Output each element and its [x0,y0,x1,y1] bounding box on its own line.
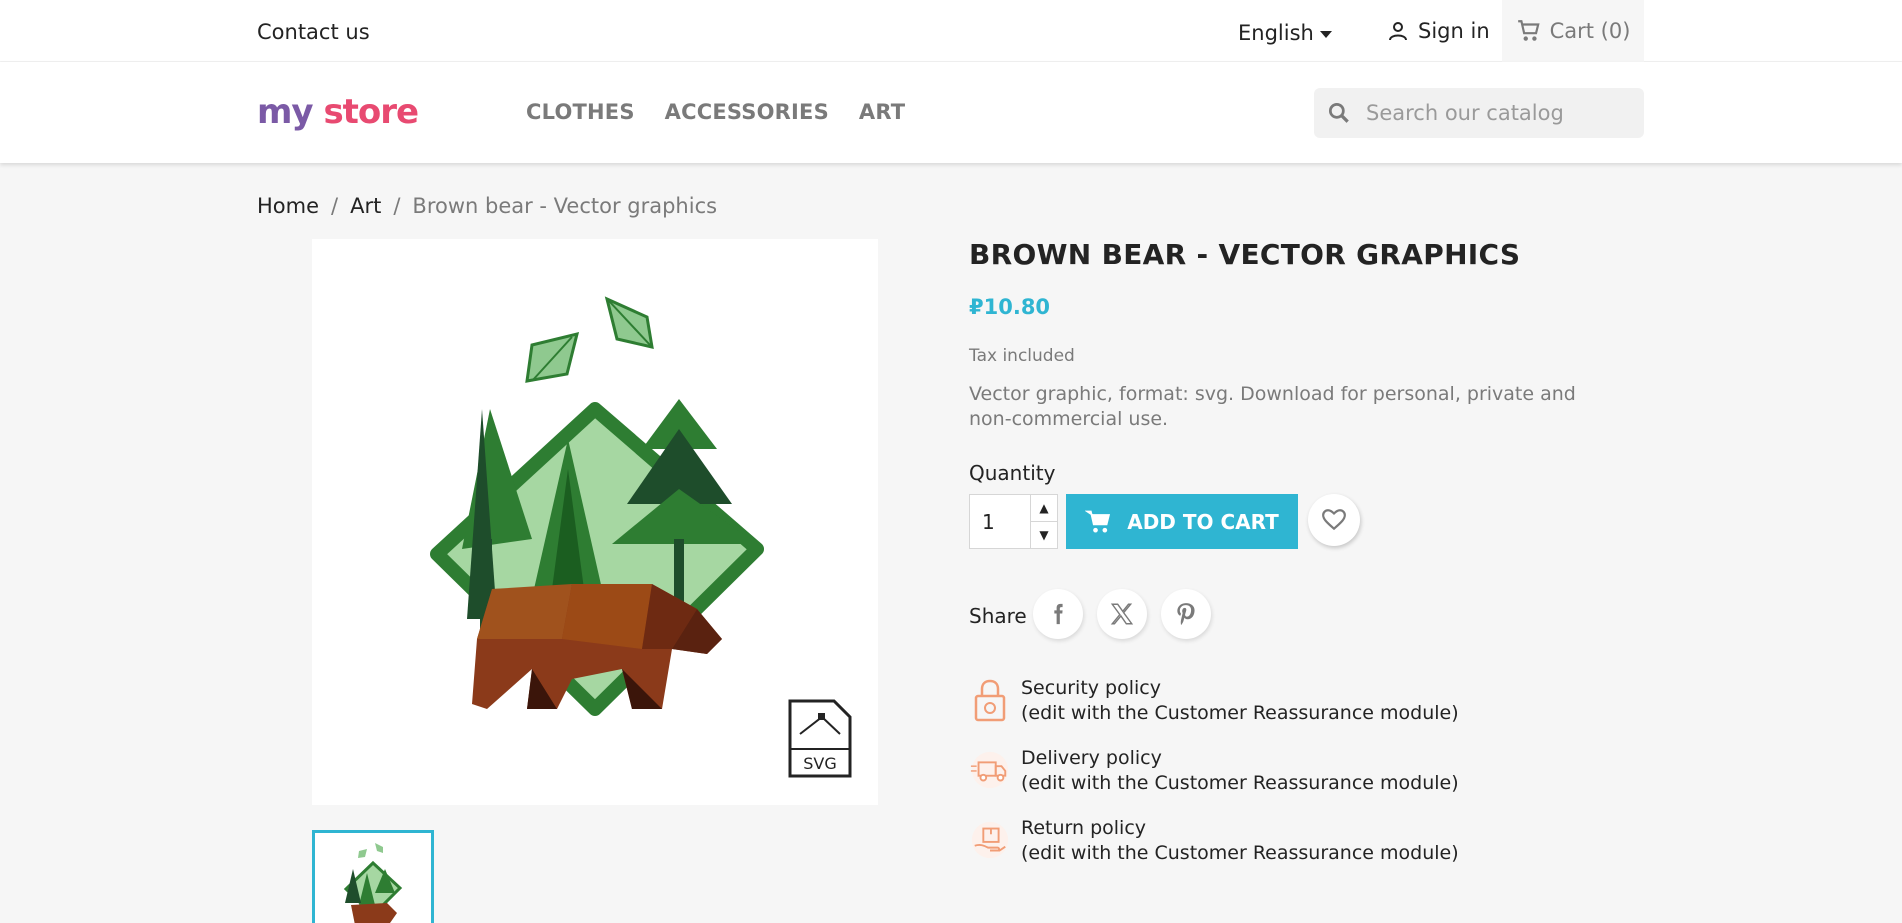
quantity-spinner: ▲ ▼ [1030,495,1057,548]
svg-file-icon: SVG [788,699,852,778]
return-box-icon [969,816,1011,864]
caret-down-icon [1319,30,1332,38]
add-to-cart-button[interactable]: ADD TO CART [1066,494,1298,549]
tax-label: Tax included [969,346,1075,366]
breadcrumb-separator: / [393,194,401,218]
reassurance-title: Security policy [1021,677,1161,699]
cart-icon [1517,20,1540,41]
reassurance-delivery: Delivery policy (edit with the Customer … [969,746,1669,796]
pinterest-icon [1177,603,1195,625]
thumbnail-image [343,843,403,923]
product-cover-image[interactable]: SVG [312,239,878,805]
breadcrumb-art[interactable]: Art [350,194,381,218]
reassurance-return: Return policy (edit with the Customer Re… [969,816,1669,866]
add-to-cart-label: ADD TO CART [1127,509,1279,534]
share-pinterest-button[interactable] [1161,589,1211,639]
reassurance-security: Security policy (edit with the Customer … [969,676,1669,726]
main-nav: CLOTHES ACCESSORIES ART [526,100,905,124]
breadcrumb-separator: / [331,194,339,218]
main-header: my store CLOTHES ACCESSORIES ART [0,62,1902,163]
quantity-label: Quantity [969,461,1056,485]
nav-item-clothes[interactable]: CLOTHES [526,100,635,124]
reassurance-subtitle: (edit with the Customer Reassurance modu… [1021,842,1459,864]
leaf-shape [525,331,580,383]
delivery-truck-icon [969,746,1011,794]
language-selector[interactable]: English [1238,21,1332,45]
logo-part-store: store [323,92,419,132]
top-bar: Contact us English Sign in Cart (0) [0,0,1902,62]
logo-part-my: my [257,92,314,132]
product-description: Vector graphic, format: svg. Download fo… [969,383,1576,430]
quantity-increase-button[interactable]: ▲ [1031,495,1057,522]
facebook-icon [1054,603,1063,625]
breadcrumb: Home / Art / Brown bear - Vector graphic… [257,194,717,218]
share-facebook-button[interactable] [1033,589,1083,639]
brown-bear-illustration: SVG [430,296,852,778]
sign-in-link[interactable]: Sign in [1386,19,1490,43]
user-icon [1389,22,1407,41]
lock-icon [969,676,1011,724]
quantity-input[interactable] [970,495,1030,548]
share-label: Share [969,604,1027,628]
breadcrumb-current: Brown bear - Vector graphics [412,194,718,218]
store-logo[interactable]: my store [257,92,419,132]
share-x-button[interactable] [1097,589,1147,639]
search-input[interactable] [1366,101,1616,125]
product-thumbnail[interactable] [312,830,434,923]
wishlist-button[interactable] [1308,494,1360,546]
language-label: English [1238,21,1314,45]
heart-icon [1322,509,1346,531]
contact-us-link[interactable]: Contact us [257,20,370,44]
cart-button[interactable]: Cart (0) [1502,0,1644,62]
quantity-stepper: ▲ ▼ [969,494,1058,549]
quantity-decrease-button[interactable]: ▼ [1031,522,1057,548]
search-box [1314,88,1644,138]
sign-in-label: Sign in [1418,19,1490,43]
nav-item-art[interactable]: ART [859,100,905,124]
search-icon[interactable] [1326,100,1352,126]
product-title: BROWN BEAR - VECTOR GRAPHICS [969,238,1521,271]
breadcrumb-home[interactable]: Home [257,194,319,218]
product-price: ₽10.80 [969,295,1051,319]
reassurance-subtitle: (edit with the Customer Reassurance modu… [1021,702,1459,724]
x-twitter-icon [1110,603,1134,625]
reassurance-subtitle: (edit with the Customer Reassurance modu… [1021,772,1459,794]
reassurance-title: Delivery policy [1021,747,1162,769]
nav-item-accessories[interactable]: ACCESSORIES [665,100,829,124]
reassurance-title: Return policy [1021,817,1147,839]
cart-icon [1085,510,1111,532]
cart-label: Cart (0) [1549,19,1631,43]
svg-badge-label: SVG [803,754,837,773]
leaf-shape [604,296,654,349]
